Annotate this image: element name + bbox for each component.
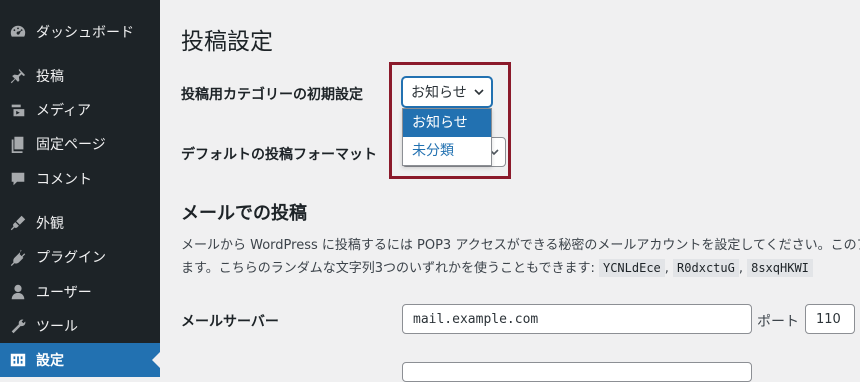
sidebar-item-comments[interactable]: コメント — [0, 162, 160, 196]
mail-server-input[interactable] — [402, 304, 752, 334]
pin-icon — [8, 66, 28, 86]
sidebar-item-settings[interactable]: 設定 — [0, 343, 160, 377]
sidebar-item-label: ダッシュボード — [36, 25, 134, 41]
sidebar-item-label: プラグイン — [36, 250, 106, 266]
sidebar-item-users[interactable]: ユーザー — [0, 275, 160, 309]
sidebar-item-dashboard[interactable]: ダッシュボード — [0, 15, 160, 49]
appearance-icon — [8, 213, 28, 233]
random-code: R0dxctuG — [673, 259, 739, 277]
page-title: 投稿設定 — [181, 29, 273, 55]
sidebar-item-label: 設定 — [36, 353, 64, 369]
description-line-1: メールから WordPress に投稿するには POP3 アクセスができる秘密の… — [181, 238, 860, 253]
comment-icon — [8, 169, 28, 189]
sidebar-item-media[interactable]: メディア — [0, 93, 160, 127]
random-code: 8sxqHKWI — [747, 259, 813, 277]
main-content: 投稿設定 投稿用カテゴリーの初期設定 標準 デフォルトの投稿フォーマット お知ら… — [160, 0, 860, 382]
email-section-title: メールでの投稿 — [181, 203, 307, 224]
description-line-2-text: ます。こちらのランダムな文字列3つのいずれかを使うこともできます: — [181, 261, 595, 276]
dashboard-icon — [8, 22, 28, 42]
description-line-2: ます。こちらのランダムな文字列3つのいずれかを使うこともできます: YCNLdE… — [181, 257, 860, 280]
sidebar-item-label: ユーザー — [36, 285, 92, 301]
sidebar-item-label: 外観 — [36, 216, 64, 232]
sidebar-item-appearance[interactable]: 外観 — [0, 206, 160, 240]
random-code: YCNLdEce — [598, 259, 665, 277]
sidebar-item-label: メディア — [36, 103, 92, 119]
next-field-input[interactable] — [402, 362, 752, 382]
plugin-icon — [8, 247, 28, 267]
mail-server-label: メールサーバー — [181, 314, 279, 330]
sidebar-item-tools[interactable]: ツール — [0, 309, 160, 343]
pages-icon — [8, 134, 28, 154]
port-label: ポート — [757, 314, 799, 330]
tools-icon — [8, 316, 28, 336]
sidebar-item-plugins[interactable]: プラグイン — [0, 240, 160, 274]
default-category-label: 投稿用カテゴリーの初期設定 — [181, 87, 363, 103]
sidebar-item-posts[interactable]: 投稿 — [0, 59, 160, 93]
sidebar-item-label: 投稿 — [36, 69, 64, 85]
sidebar-item-pages[interactable]: 固定ページ — [0, 127, 160, 161]
settings-icon — [8, 350, 28, 370]
active-indicator — [152, 352, 160, 368]
default-format-label: デフォルトの投稿フォーマット — [181, 147, 377, 163]
highlight-annotation — [389, 62, 511, 179]
users-icon — [8, 282, 28, 302]
sidebar-item-label: ツール — [36, 319, 78, 335]
sidebar-item-label: コメント — [36, 172, 92, 188]
email-section-description: メールから WordPress に投稿するには POP3 アクセスができる秘密の… — [181, 234, 860, 280]
media-icon — [8, 100, 28, 120]
admin-sidebar: ダッシュボード 投稿 メディア 固定ページ コメント 外観 プラグイン ユーザー… — [0, 0, 160, 377]
port-input[interactable] — [805, 304, 855, 334]
sidebar-item-label: 固定ページ — [36, 137, 106, 153]
